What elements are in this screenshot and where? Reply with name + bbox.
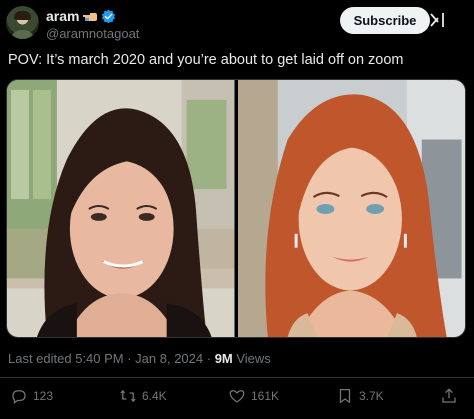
tweet-header: aram @aramnotagoat Subscribe bbox=[6, 6, 468, 42]
grok-icon[interactable] bbox=[429, 11, 447, 29]
views-count: 9M bbox=[214, 351, 233, 366]
author-name-row: aram bbox=[46, 8, 116, 24]
heart-icon bbox=[229, 390, 245, 403]
bookmark-count: 3.7K bbox=[359, 389, 384, 403]
reply-icon bbox=[12, 390, 26, 405]
post-text: POV: It’s march 2020 and you’re about to… bbox=[8, 52, 404, 68]
repost-icon bbox=[120, 390, 136, 402]
share-icon bbox=[442, 388, 456, 403]
bookmark-icon bbox=[339, 388, 351, 404]
like-count: 161K bbox=[251, 389, 280, 403]
subscribe-button[interactable]: Subscribe bbox=[340, 7, 430, 34]
divider bbox=[0, 377, 474, 378]
reply-button[interactable]: 123 bbox=[10, 387, 53, 405]
hand-pointing-emoji-icon bbox=[82, 9, 98, 23]
verified-badge-icon[interactable] bbox=[101, 9, 116, 24]
edited-timestamp[interactable]: Last edited 5:40 PM · Jan 8, 2024 · bbox=[8, 351, 215, 366]
repost-button[interactable]: 6.4K bbox=[119, 387, 167, 405]
views-label: Views bbox=[232, 351, 271, 366]
media-grid[interactable] bbox=[6, 79, 466, 338]
repost-count: 6.4K bbox=[142, 389, 167, 403]
author-handle[interactable]: @aramnotagoat bbox=[46, 26, 139, 41]
photo-right[interactable] bbox=[237, 80, 465, 337]
bookmark-button[interactable]: 3.7K bbox=[336, 387, 384, 405]
author-display-name[interactable]: aram bbox=[46, 8, 79, 24]
reply-count: 123 bbox=[33, 389, 54, 403]
action-bar: 123 6.4K 161K 3.7K bbox=[0, 387, 474, 413]
photo-left[interactable] bbox=[7, 80, 235, 337]
post-meta: Last edited 5:40 PM · Jan 8, 2024 · 9M V… bbox=[8, 351, 271, 366]
like-button[interactable]: 161K bbox=[228, 387, 279, 405]
avatar[interactable] bbox=[6, 6, 39, 39]
share-button[interactable] bbox=[440, 387, 458, 405]
